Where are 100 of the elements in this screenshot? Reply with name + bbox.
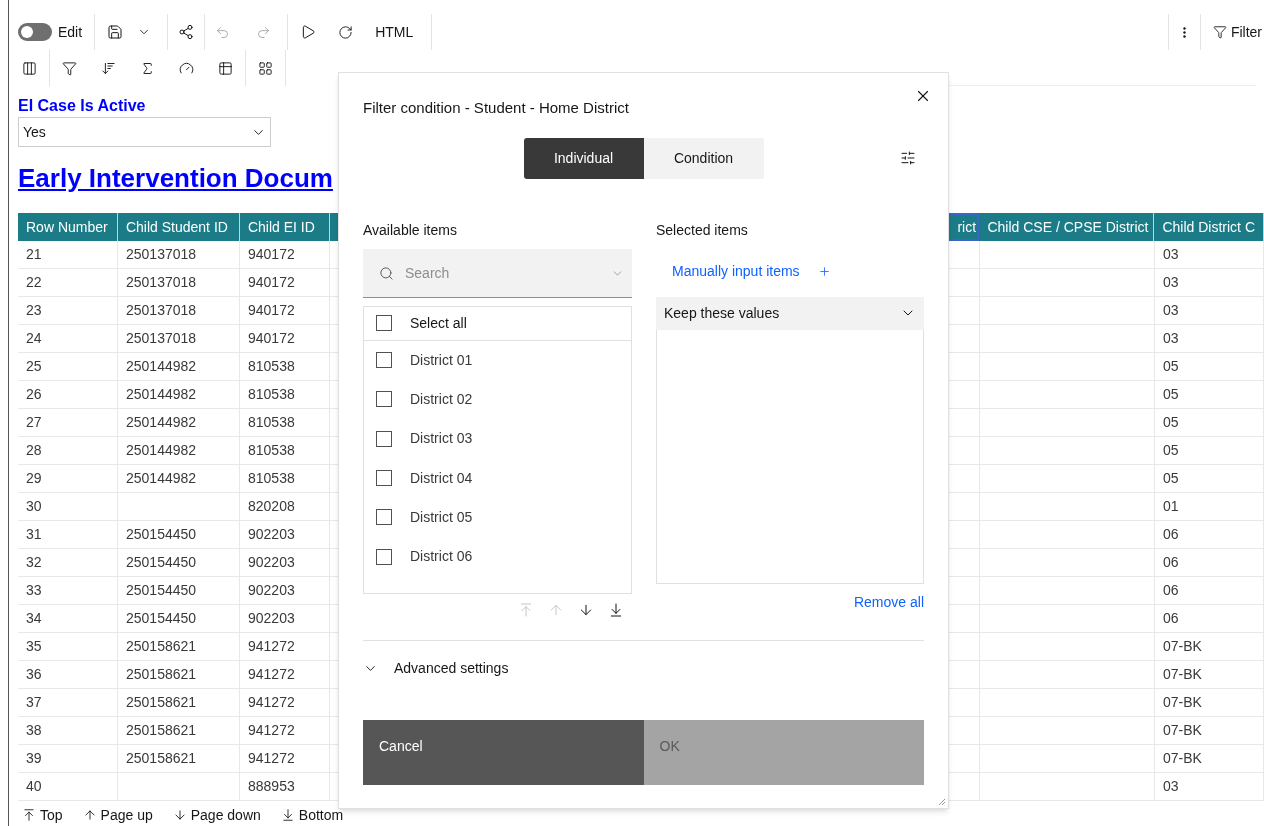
table-cell: 23 — [18, 297, 118, 324]
page-nav-link[interactable]: Bottom — [280, 804, 344, 826]
column-header[interactable]: Child District C — [1154, 213, 1264, 241]
page-nav-link[interactable]: Page up — [82, 804, 153, 826]
table-cell: 05 — [1155, 353, 1264, 380]
filter-button[interactable]: Filter — [1200, 14, 1264, 50]
table-cell: 250144982 — [118, 381, 240, 408]
play-icon — [300, 24, 317, 40]
table-cell: 05 — [1155, 409, 1264, 436]
table-cell: 250137018 — [118, 269, 240, 296]
table-cell: 941272 — [240, 689, 330, 716]
search-icon — [379, 265, 394, 281]
table-cell: 03 — [1155, 325, 1264, 352]
table-cell: 21 — [18, 241, 118, 268]
columns-icon — [22, 60, 37, 76]
table-cell: 250154450 — [118, 605, 240, 632]
table-cell: 250144982 — [118, 437, 240, 464]
table-cell: 22 — [18, 269, 118, 296]
checkbox[interactable] — [376, 352, 392, 369]
prompt-label: EI Case Is Active — [18, 96, 146, 116]
redo-icon — [256, 24, 272, 40]
table-cell: 250137018 — [118, 241, 240, 268]
html-button[interactable]: HTML — [363, 14, 426, 50]
page-nav-link[interactable]: Page down — [172, 804, 261, 826]
settings-button[interactable] — [900, 149, 916, 166]
district-label: District 03 — [410, 429, 473, 449]
remove-all-link[interactable]: Remove all — [853, 591, 924, 613]
mode-dropdown[interactable]: Keep these values — [656, 296, 924, 330]
manual-input-link[interactable]: Manually input items — [672, 262, 831, 281]
table-cell: 07-BK — [1155, 689, 1264, 716]
table-cell: 03 — [1155, 297, 1264, 324]
table-cell: 810538 — [240, 409, 330, 436]
table-cell: 250137018 — [118, 325, 240, 352]
filter-icon — [62, 60, 77, 76]
table-cell: 810538 — [240, 381, 330, 408]
report-title-link[interactable]: Early Intervention Docum — [18, 161, 333, 195]
cancel-button[interactable]: Cancel — [363, 719, 644, 785]
table-cell: 34 — [18, 605, 118, 632]
undo-icon — [215, 24, 231, 40]
column-header[interactable]: Row Number — [18, 213, 118, 241]
table-cell: 810538 — [240, 353, 330, 380]
table-cell: 03 — [1155, 773, 1264, 800]
table-cell: 941272 — [240, 633, 330, 660]
table-cell: 810538 — [240, 437, 330, 464]
table-cell: 27 — [18, 409, 118, 436]
table-cell: 250154450 — [118, 577, 240, 604]
checkbox[interactable] — [376, 509, 392, 526]
table-cell: 26 — [18, 381, 118, 408]
table-cell: 941272 — [240, 661, 330, 688]
district-label: District 05 — [410, 507, 473, 527]
checkbox[interactable] — [376, 315, 392, 331]
district-label: District 04 — [410, 468, 473, 488]
edit-toggle[interactable] — [18, 23, 52, 41]
table-cell: 902203 — [240, 521, 330, 548]
table-cell: 250158621 — [118, 661, 240, 688]
table-cell: 902203 — [240, 549, 330, 576]
table-cell: 28 — [18, 437, 118, 464]
checkbox[interactable] — [376, 470, 392, 487]
advanced-settings-toggle[interactable]: Advanced settings — [363, 657, 509, 679]
table-cell: 940172 — [240, 297, 330, 324]
table-cell: 940172 — [240, 325, 330, 352]
table-cell: 250144982 — [118, 409, 240, 436]
sigma-icon — [140, 60, 155, 76]
table-cell: 250158621 — [118, 717, 240, 744]
table-cell: 36 — [18, 661, 118, 688]
more-options-icon — [1182, 26, 1186, 38]
jump-to-bottom-icon — [280, 808, 295, 822]
dialog-title: Filter condition - Student - Home District — [363, 98, 629, 118]
checkbox[interactable] — [376, 430, 392, 447]
table-cell: 05 — [1155, 465, 1264, 492]
table-cell: 24 — [18, 325, 118, 352]
column-header[interactable]: Child Student ID — [117, 213, 240, 241]
table-cell: 06 — [1155, 605, 1264, 632]
table-cell: 33 — [18, 577, 118, 604]
table-cell: 250154450 — [118, 549, 240, 576]
table-cell: 250144982 — [118, 353, 240, 380]
table-cell: 35 — [18, 633, 118, 660]
mode-tab[interactable]: Individual — [523, 137, 644, 179]
table-cell: 30 — [18, 493, 118, 520]
column-header[interactable]: Child CSE / CPSE District — [979, 213, 1155, 241]
table-cell: 810538 — [240, 465, 330, 492]
table-cell: 05 — [1155, 437, 1264, 464]
table-cell: 25 — [18, 353, 118, 380]
page-nav-link[interactable]: Top — [22, 804, 63, 826]
column-header[interactable]: rict — [947, 213, 980, 241]
table-cell: 01 — [1155, 493, 1264, 520]
available-items-label: Available items — [363, 220, 458, 239]
table-cell: 40 — [18, 773, 118, 800]
checkbox[interactable] — [376, 391, 392, 408]
select-all-label: Select all — [410, 313, 467, 333]
table-cell: 940172 — [240, 241, 330, 268]
column-header[interactable]: Child EI ID — [239, 213, 330, 241]
checkbox[interactable] — [376, 548, 392, 565]
jump-to-top-icon — [22, 808, 36, 822]
move-button[interactable] — [608, 601, 624, 618]
district-label: District 01 — [410, 350, 473, 370]
search-field[interactable]: Search — [363, 248, 632, 298]
prompt-dropdown[interactable]: Yes — [18, 117, 271, 147]
table-cell: 37 — [18, 689, 118, 716]
table-cell: 250158621 — [118, 633, 240, 660]
